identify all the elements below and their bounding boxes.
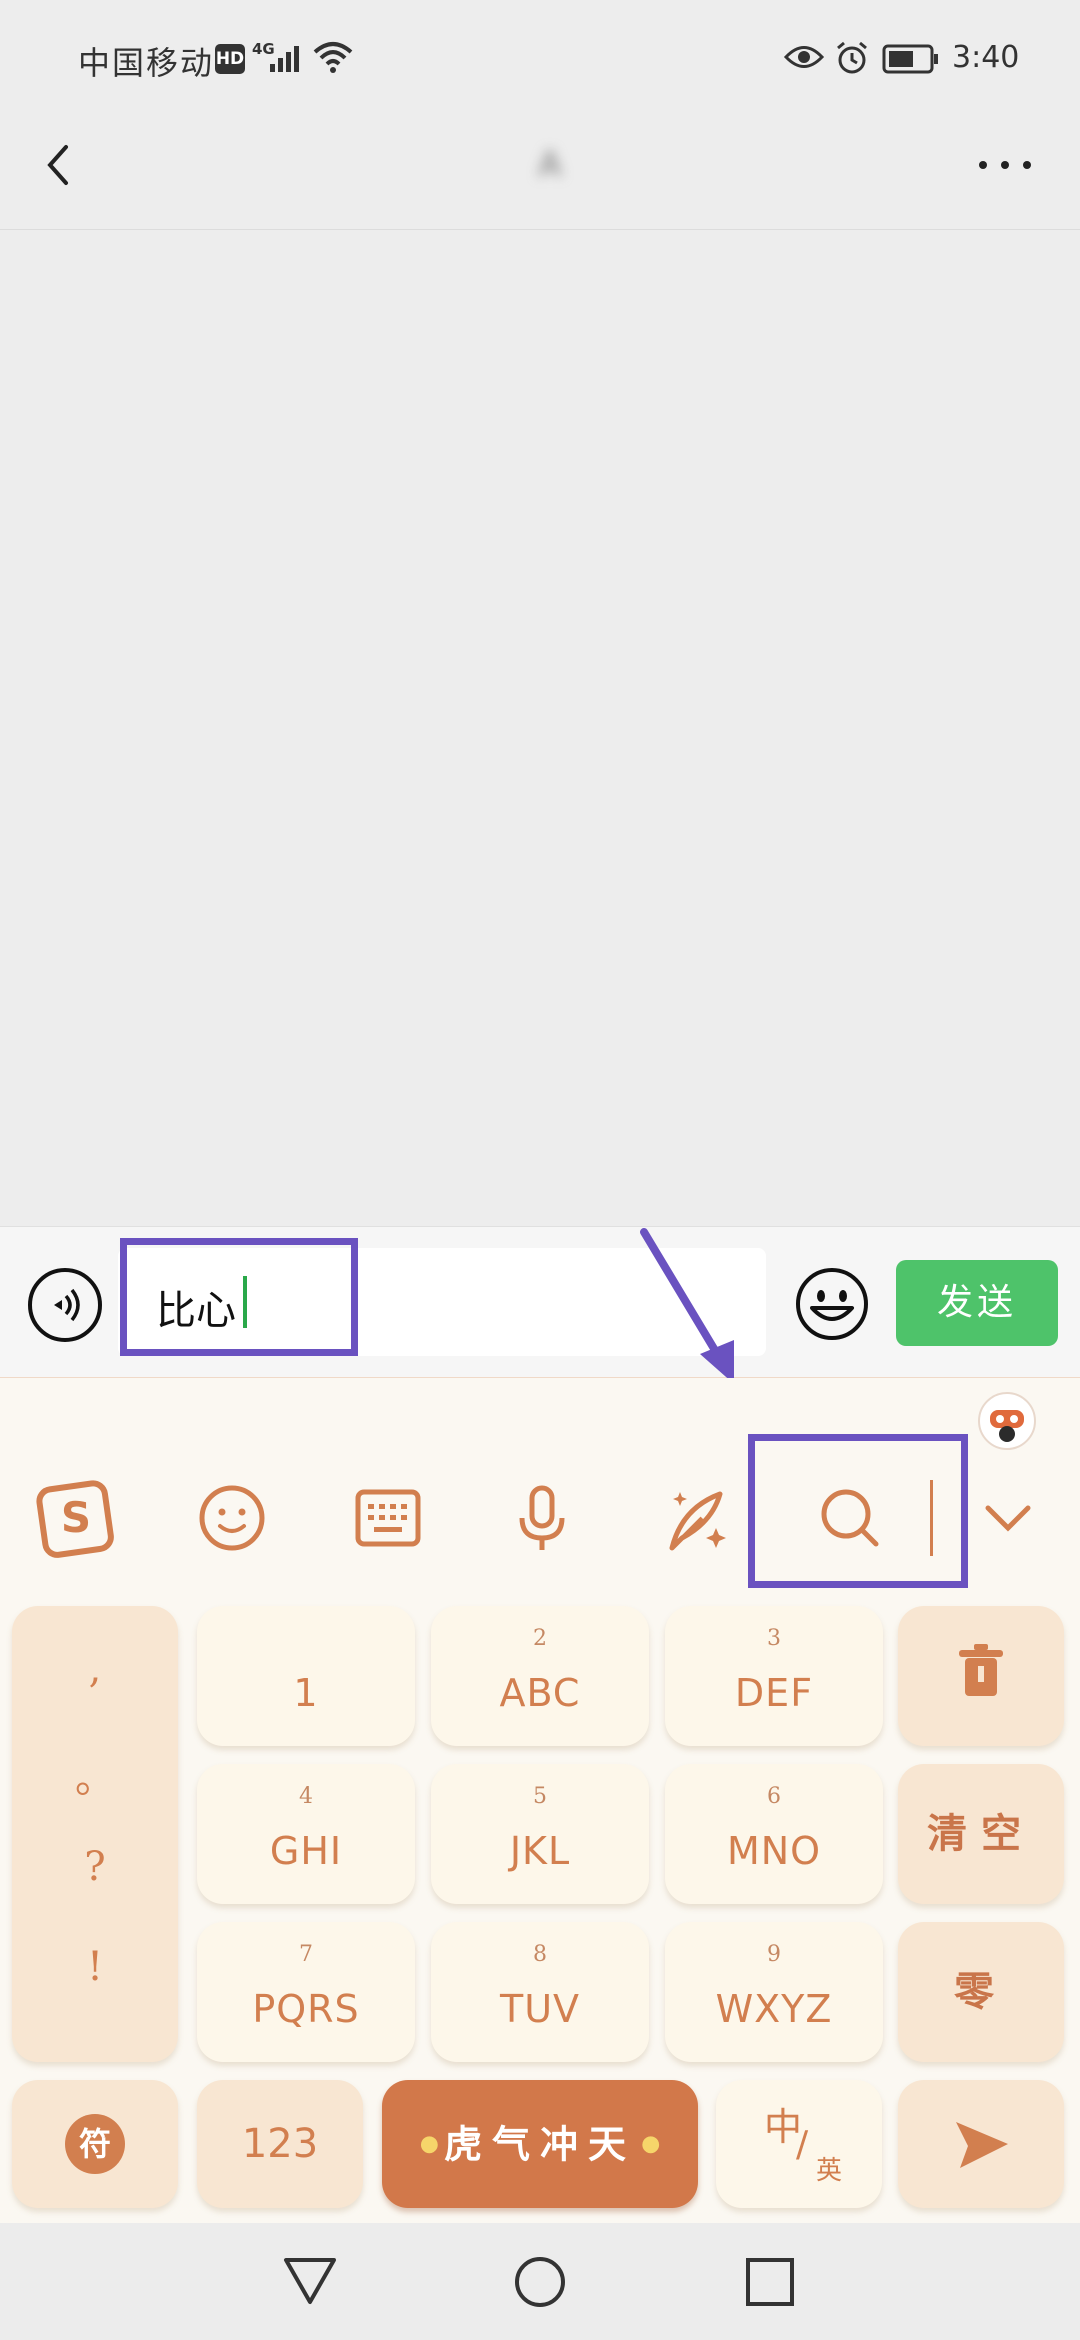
send-arrow-key[interactable] — [898, 2080, 1064, 2208]
status-time: 3:40 — [952, 40, 1020, 75]
send-arrow-icon — [956, 2122, 1008, 2168]
alarm-icon — [837, 41, 867, 74]
nav-back-icon[interactable] — [280, 2252, 340, 2308]
back-arrow-icon[interactable] — [30, 135, 90, 195]
zero-key[interactable]: 零 — [898, 1922, 1064, 2062]
space-dot-right: ● — [641, 2131, 661, 2157]
punctuation-column[interactable]: , 。 ? ! — [12, 1606, 178, 2062]
key-3-def[interactable]: 3 DEF — [665, 1606, 883, 1746]
key-5-jkl[interactable]: 5 JKL — [431, 1764, 649, 1904]
mascot-icon[interactable] — [978, 1392, 1036, 1450]
smiley-icon[interactable] — [192, 1478, 272, 1558]
key-8-tuv[interactable]: 8 TUV — [431, 1922, 649, 2062]
lang-divider: / — [796, 2124, 809, 2165]
battery-icon — [882, 44, 938, 74]
wifi-icon — [313, 42, 353, 73]
language-switch-key[interactable]: 中 / 英 — [716, 2080, 882, 2208]
punct-comma[interactable]: , — [12, 1646, 178, 1692]
svg-text:S: S — [61, 1493, 91, 1542]
delete-key[interactable] — [898, 1606, 1064, 1746]
key-9-wxyz[interactable]: 9 WXYZ — [665, 1922, 883, 2062]
numeric-key[interactable]: 123 — [197, 2080, 363, 2208]
punct-exclamation[interactable]: ! — [12, 1944, 178, 1990]
symbol-key[interactable]: 符 — [12, 2080, 178, 2208]
signal-icon — [270, 46, 299, 72]
symbol-key-label: 符 — [65, 2114, 125, 2174]
punct-question[interactable]: ? — [12, 1844, 178, 1890]
punct-period[interactable]: 。 — [12, 1746, 178, 1804]
space-key-label: 虎气冲天 — [443, 2121, 636, 2167]
collapse-chevron-icon[interactable] — [968, 1478, 1048, 1558]
chat-title: A — [538, 145, 562, 185]
more-options-icon[interactable] — [970, 140, 1040, 190]
send-button[interactable]: 发送 — [896, 1260, 1058, 1346]
sogou-logo-icon[interactable]: S — [36, 1478, 116, 1558]
voice-input-icon[interactable] — [28, 1268, 102, 1342]
clear-key[interactable]: 清空 — [898, 1764, 1064, 1904]
carrier-name: 中国移动 — [78, 44, 215, 82]
lang-en-label: 英 — [816, 2156, 843, 2186]
quill-sparkle-icon[interactable] — [658, 1478, 738, 1558]
input-highlight-box — [120, 1238, 358, 1356]
hd-badge: HD — [215, 44, 245, 74]
eye-icon — [784, 46, 824, 68]
key-6-mno[interactable]: 6 MNO — [665, 1764, 883, 1904]
search-highlight-box — [748, 1434, 968, 1588]
key-4-ghi[interactable]: 4 GHI — [197, 1764, 415, 1904]
message-list[interactable] — [0, 231, 1080, 1226]
space-key[interactable]: ● 虎气冲天 ● — [382, 2080, 698, 2208]
keyboard-icon[interactable] — [348, 1478, 428, 1558]
space-dot-left: ● — [419, 2131, 439, 2157]
trash-icon — [959, 1644, 1003, 1696]
emoji-icon[interactable] — [794, 1266, 870, 1342]
key-1[interactable]: 1 — [197, 1606, 415, 1746]
annotation-arrow — [640, 1228, 734, 1384]
microphone-icon[interactable] — [502, 1478, 582, 1558]
nav-home-icon[interactable] — [510, 2252, 570, 2312]
key-7-pqrs[interactable]: 7 PQRS — [197, 1922, 415, 2062]
key-2-abc[interactable]: 2 ABC — [431, 1606, 649, 1746]
nav-recents-icon[interactable] — [740, 2254, 800, 2310]
